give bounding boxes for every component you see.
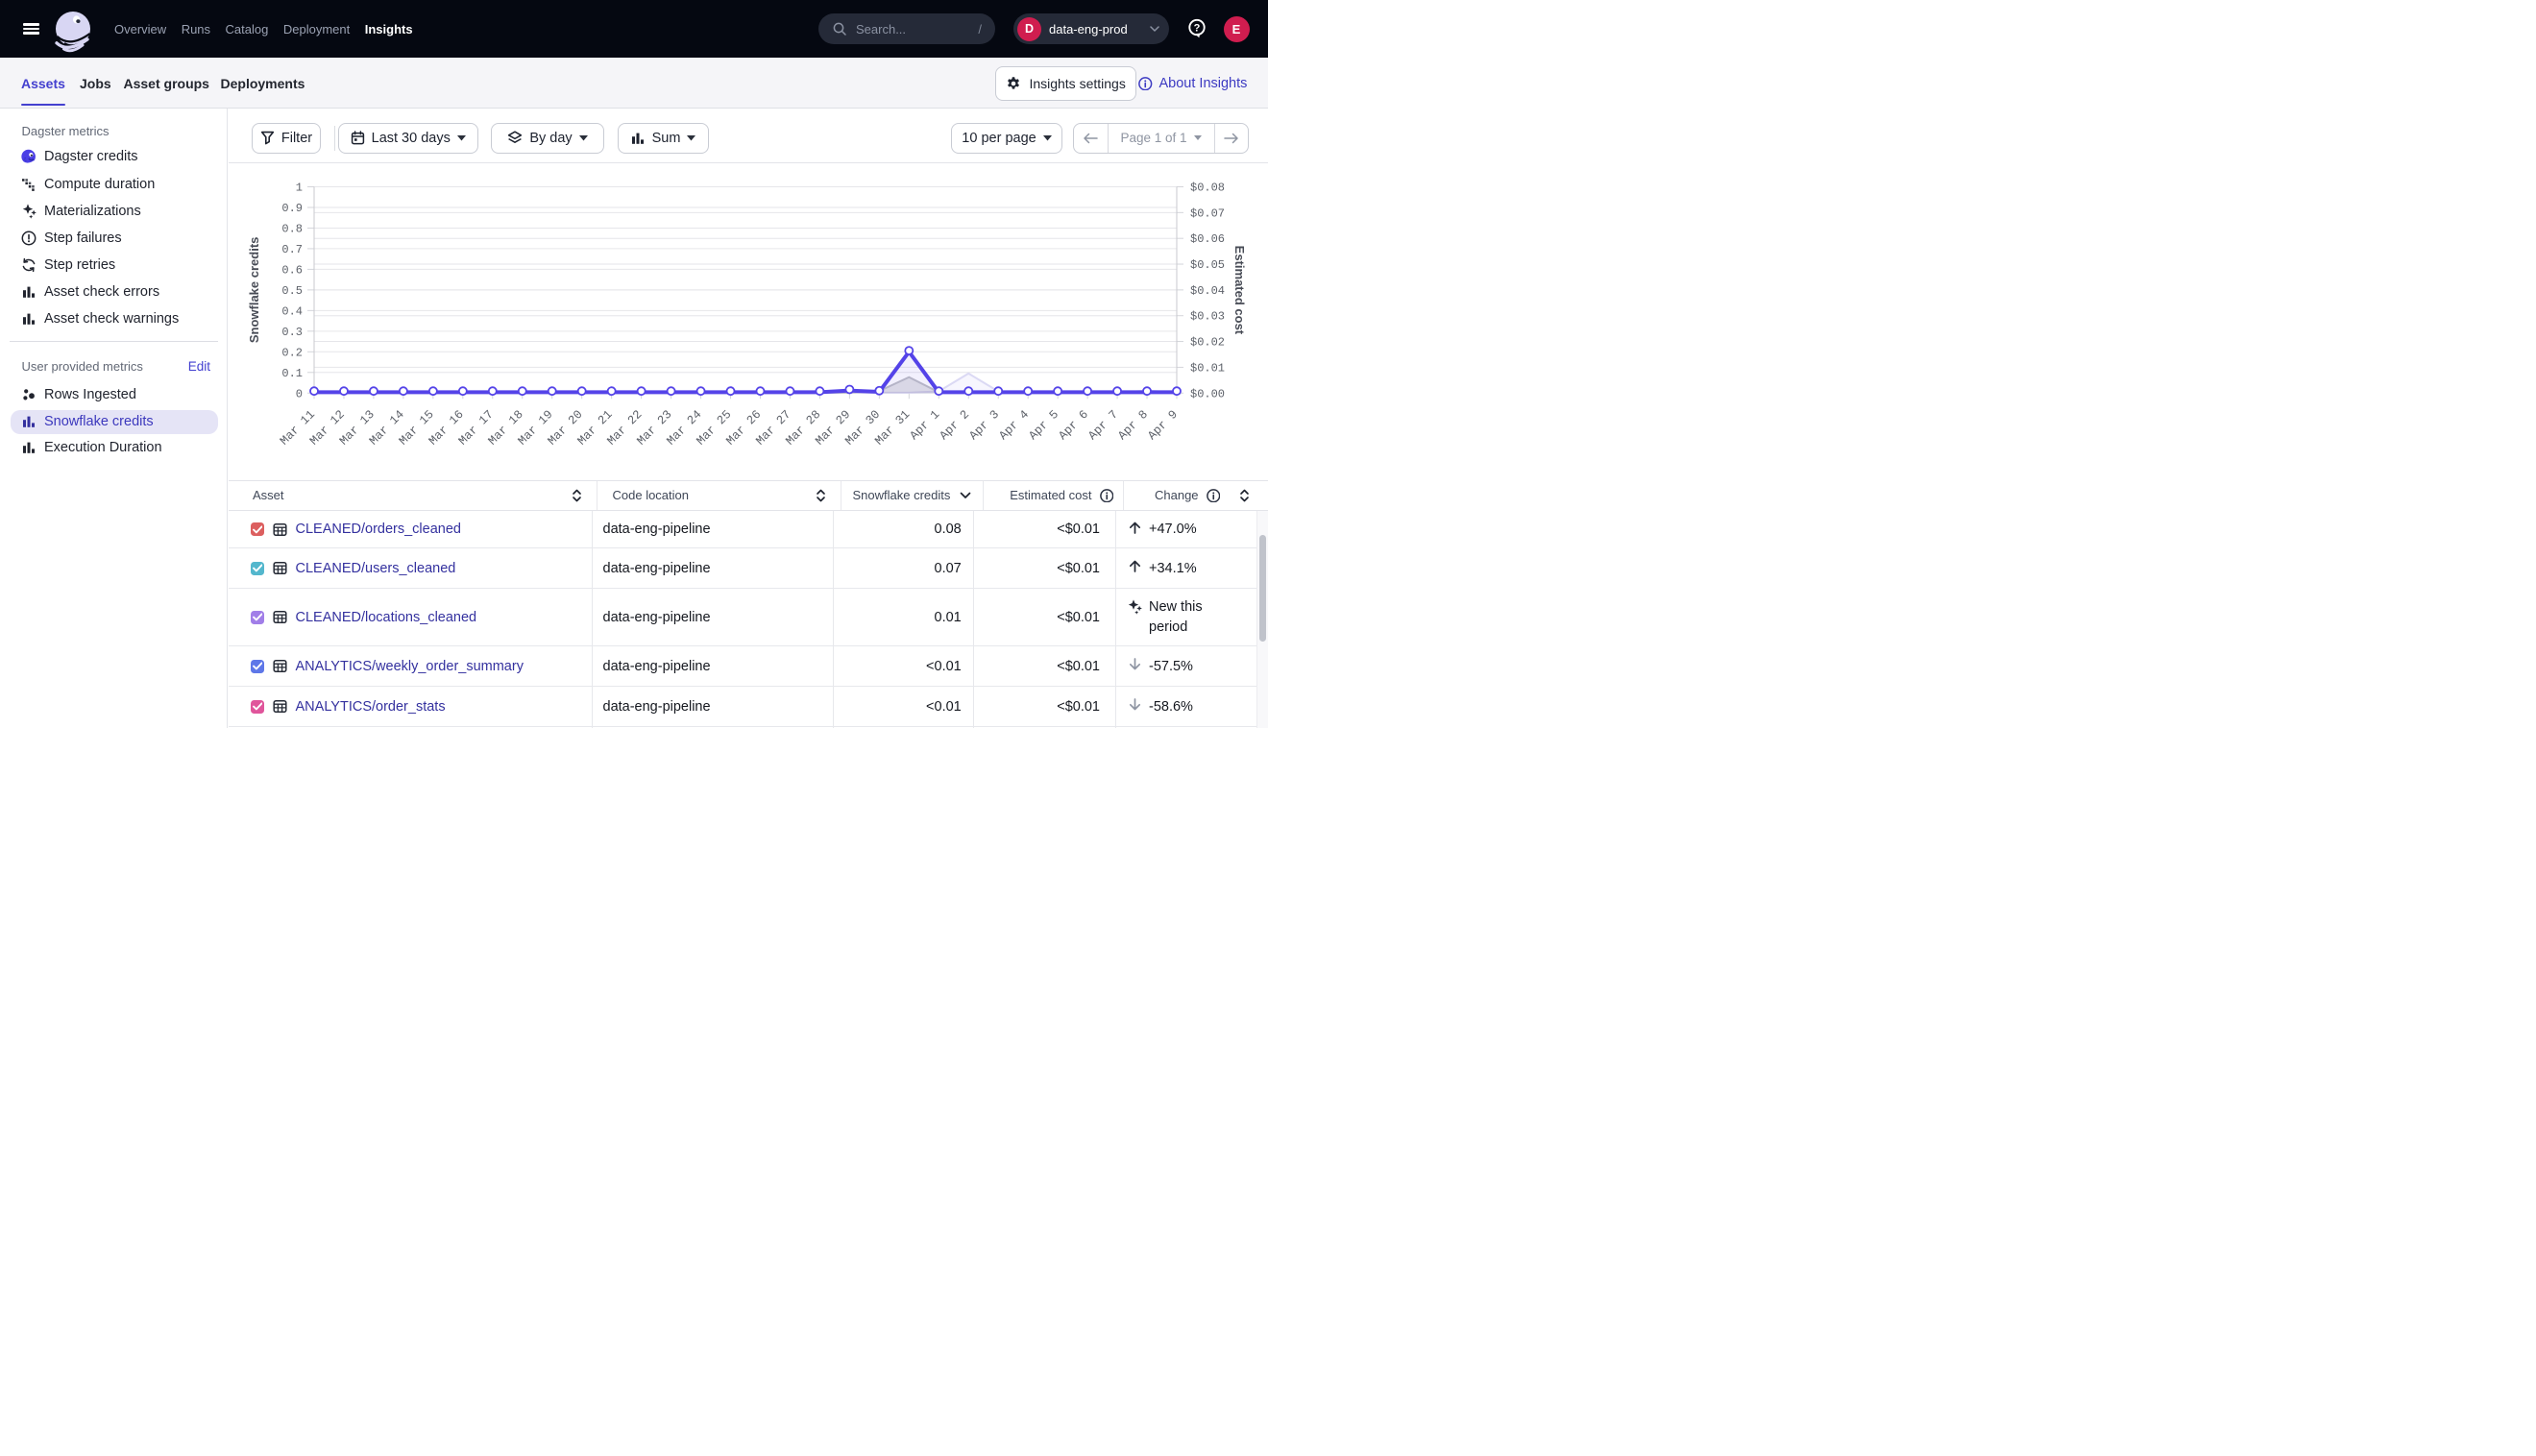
svg-text:$0.01: $0.01 bbox=[1190, 361, 1225, 375]
svg-text:$0.02: $0.02 bbox=[1190, 335, 1225, 349]
svg-text:1: 1 bbox=[296, 181, 303, 194]
svg-text:?: ? bbox=[1194, 22, 1201, 34]
svg-text:0.7: 0.7 bbox=[281, 242, 303, 255]
svg-text:0.2: 0.2 bbox=[281, 346, 303, 359]
svg-text:0.9: 0.9 bbox=[281, 201, 303, 214]
svg-text:Apr 6: Apr 6 bbox=[1057, 407, 1091, 442]
svg-text:$0.04: $0.04 bbox=[1190, 283, 1225, 297]
svg-text:Estimated cost: Estimated cost bbox=[1232, 245, 1247, 334]
svg-text:Apr 2: Apr 2 bbox=[938, 407, 972, 442]
svg-text:$0.05: $0.05 bbox=[1190, 258, 1225, 272]
svg-text:0.5: 0.5 bbox=[281, 283, 303, 297]
svg-text:$0.06: $0.06 bbox=[1190, 232, 1225, 246]
svg-text:Apr 9: Apr 9 bbox=[1145, 407, 1180, 442]
svg-text:$0.07: $0.07 bbox=[1190, 206, 1225, 220]
svg-text:Apr 8: Apr 8 bbox=[1115, 407, 1150, 442]
svg-text:$0.03: $0.03 bbox=[1190, 309, 1225, 323]
svg-text:Snowflake credits: Snowflake credits bbox=[247, 236, 261, 343]
svg-text:$0.00: $0.00 bbox=[1190, 387, 1225, 400]
svg-text:0.4: 0.4 bbox=[281, 304, 303, 318]
svg-text:0.6: 0.6 bbox=[281, 263, 303, 277]
svg-text:$0.08: $0.08 bbox=[1190, 181, 1225, 194]
svg-text:Apr 5: Apr 5 bbox=[1027, 407, 1061, 442]
svg-text:Apr 3: Apr 3 bbox=[967, 407, 1002, 442]
svg-text:Apr 4: Apr 4 bbox=[997, 407, 1032, 442]
svg-text:0.3: 0.3 bbox=[281, 325, 303, 338]
svg-text:0.8: 0.8 bbox=[281, 222, 303, 235]
svg-text:0: 0 bbox=[296, 387, 303, 400]
svg-text:Apr 7: Apr 7 bbox=[1085, 407, 1120, 442]
svg-text:0.1: 0.1 bbox=[281, 366, 303, 379]
svg-text:Apr 1: Apr 1 bbox=[908, 407, 942, 442]
